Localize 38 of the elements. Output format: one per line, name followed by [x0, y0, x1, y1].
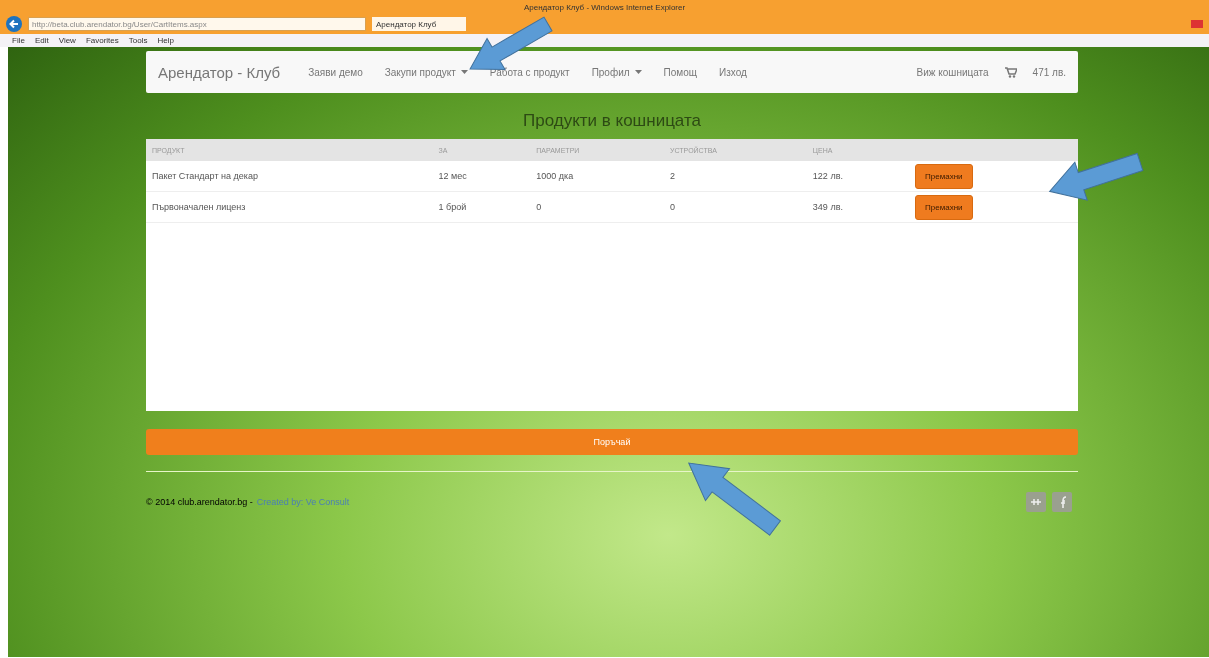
remove-button[interactable]: Премахни: [915, 163, 973, 189]
menu-item[interactable]: Tools: [128, 36, 148, 45]
nav-link[interactable]: Профил: [591, 66, 642, 78]
cart-icon[interactable]: [1004, 66, 1017, 78]
nav-link[interactable]: Закупи продукт: [384, 66, 468, 78]
page-heading: Продукти в кошницата: [521, 111, 702, 131]
table-cell: 12 мес: [432, 161, 531, 192]
nav-link[interactable]: Заяви демо: [308, 66, 363, 78]
window-title: Арендатор Клуб - Windows Internet Explorer: [523, 2, 686, 12]
brand-link[interactable]: Арендатор - Клуб: [158, 63, 281, 81]
nav-link[interactable]: Виж кошницата: [916, 66, 989, 78]
menu-item[interactable]: Help: [157, 36, 174, 45]
menu-item[interactable]: File: [12, 36, 25, 45]
back-button[interactable]: [6, 16, 22, 32]
caret-icon: [460, 70, 468, 74]
facebook-icon[interactable]: [1052, 492, 1072, 512]
caret-icon: [634, 70, 642, 74]
table-cell: 122 лв.: [806, 161, 910, 192]
address-field[interactable]: http://beta.club.arendator.bg/User/CartItems.aspx: [28, 17, 366, 31]
menu-item[interactable]: View: [58, 36, 76, 45]
menu-item[interactable]: Edit: [34, 36, 49, 45]
table-cell: Първоначален лиценз: [146, 191, 433, 223]
remove-button[interactable]: Премахни: [915, 194, 973, 220]
order-button[interactable]: Поръчай: [146, 429, 1078, 455]
browser-tab[interactable]: Арендатор Клуб: [372, 17, 467, 31]
cart-total: 471 лв.: [1032, 66, 1066, 78]
table-cell: 349 лв.: [806, 191, 910, 223]
copyright-text: © 2014 club.arendator.bg -: [146, 497, 253, 507]
nav-link[interactable]: Помощ: [663, 66, 697, 78]
google-plus-icon[interactable]: [1026, 492, 1046, 512]
table-cell: 0: [664, 191, 807, 223]
table-cell: 1 брой: [432, 191, 531, 223]
nav-link[interactable]: Изход: [719, 66, 747, 78]
table-cell: 2: [664, 161, 807, 192]
table-cell: Пакет Стандарт на декар: [146, 161, 433, 192]
table-cell: 0: [530, 191, 665, 223]
menu-item[interactable]: Favorites: [85, 36, 119, 45]
table-cell: 1000 дка: [530, 161, 665, 192]
